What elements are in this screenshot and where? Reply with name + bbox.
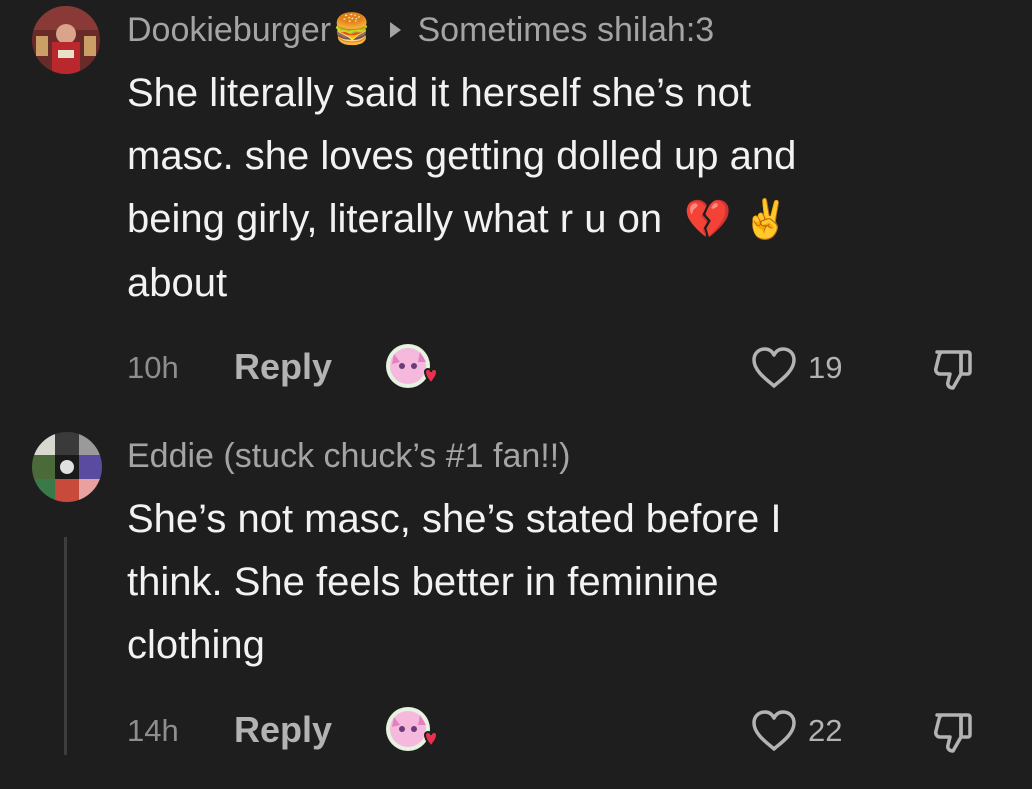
like-count: 19 (808, 350, 843, 385)
author-name[interactable]: Dookieburger (127, 10, 331, 50)
like-count: 22 (808, 713, 843, 748)
comments-screen: Dookieburger 🍔 Sometimes shilah:3 She li… (0, 0, 1032, 789)
comment-text: She literally said it herself she’s not … (127, 62, 977, 315)
reply-button[interactable]: Reply (234, 347, 332, 387)
avatar[interactable] (32, 432, 102, 502)
replying-to-name[interactable]: Sometimes shilah:3 (417, 10, 714, 50)
comment-text: She’s not masc, she’s stated before I th… (127, 488, 977, 677)
avatar[interactable] (32, 6, 100, 74)
comment-line: being girly, literally what r u on 💔 ✌️ (127, 188, 977, 252)
comment-line-text: being girly, literally what r u on (127, 197, 663, 241)
like-button[interactable]: 22 (750, 709, 842, 753)
burger-emoji: 🍔 (333, 13, 371, 46)
comment-author[interactable]: Dookieburger 🍔 Sometimes shilah:3 (127, 10, 714, 50)
triangle-arrow-icon (390, 22, 402, 38)
thumbs-down-icon[interactable] (931, 709, 975, 755)
timestamp: 10h (127, 350, 179, 385)
comment-author[interactable]: Eddie (stuck chuck’s #1 fan!!) (127, 436, 570, 476)
comment-line: She literally said it herself she’s not (127, 71, 752, 115)
comment-line: think. She feels better in feminine (127, 560, 719, 604)
emoji-broken-heart-peace: 💔 ✌️ (684, 199, 790, 241)
reply-button[interactable]: Reply (234, 710, 332, 750)
comment-line: She’s not masc, she’s stated before I (127, 497, 782, 541)
creator-liked-heart-icon (384, 705, 440, 757)
heart-outline-icon[interactable] (750, 709, 798, 753)
creator-liked-heart-icon (384, 342, 440, 394)
like-button[interactable]: 19 (750, 346, 842, 390)
timestamp: 14h (127, 713, 179, 748)
heart-outline-icon[interactable] (750, 346, 798, 390)
comment-line: masc. she loves getting dolled up and (127, 134, 797, 178)
comment-line: clothing (127, 623, 265, 667)
comment-line: about (127, 261, 228, 305)
thumbs-down-icon[interactable] (931, 346, 975, 392)
author-name[interactable]: Eddie (stuck chuck’s #1 fan!!) (127, 436, 570, 476)
thread-line (64, 537, 67, 755)
